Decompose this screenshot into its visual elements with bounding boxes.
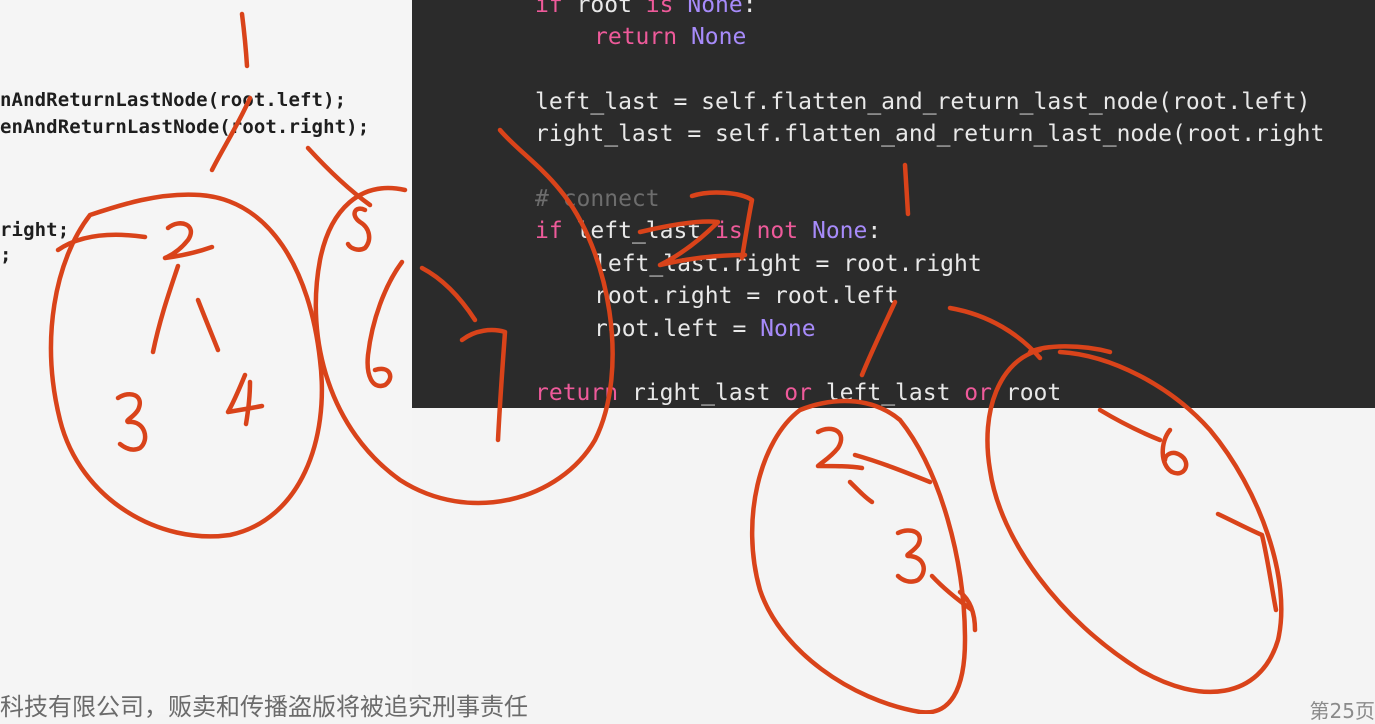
code-token: is not — [715, 218, 799, 244]
ink-stroke — [1160, 427, 1189, 476]
ink-stroke — [1097, 407, 1163, 443]
code-token: if — [535, 0, 563, 18]
code-token: or — [964, 380, 992, 406]
code-line: right_last = self.flatten_and_return_las… — [535, 121, 1324, 147]
ink-stroke — [895, 528, 926, 584]
code-token: None — [760, 316, 816, 342]
code-token: left_last.right = root.right — [594, 251, 982, 277]
page-number: 第25页 — [1309, 699, 1375, 723]
code-token: right_last = self.flatten_and_return_las… — [535, 121, 1325, 147]
code-line: root.right = root.left — [594, 283, 899, 309]
ink-stroke — [852, 452, 933, 485]
code-editor: if root is None: return None left_last =… — [412, 0, 1375, 408]
left-code-line: enAndReturnLastNode(root.right); — [0, 116, 370, 138]
code-token: return — [535, 380, 619, 406]
code-token: : — [867, 218, 882, 244]
code-token: : — [742, 0, 757, 18]
code-token: left_last — [811, 380, 965, 406]
code-token: return — [594, 24, 678, 50]
code-line: # connect — [535, 186, 660, 212]
code-line: if left_last is not None: — [535, 218, 881, 244]
code-line: return None — [594, 24, 746, 50]
code-line: root.left = None — [594, 316, 816, 342]
code-token: is — [645, 0, 674, 18]
copyright-footer: 科技有限公司，贩卖和传播盗版将被追究刑事责任 — [0, 693, 528, 721]
left-code-line: ; — [0, 244, 12, 266]
code-token: or — [784, 380, 812, 406]
code-line: left_last.right = root.right — [594, 251, 982, 277]
ink-stroke — [847, 479, 875, 505]
code-token: None — [811, 218, 868, 244]
code-token: # connect — [535, 186, 660, 212]
left-code-panel: nAndReturnLastNode(root.left); enAndRetu… — [0, 0, 412, 714]
ink-stroke — [749, 398, 968, 714]
code-line: return right_last or left_last or root — [535, 380, 1061, 406]
code-token: root — [992, 380, 1062, 406]
code-token: if — [535, 218, 563, 244]
left-code-line: nAndReturnLastNode(root.left); — [0, 89, 347, 111]
code-token: None — [690, 24, 747, 50]
ink-stroke — [815, 426, 865, 471]
code-token: root.left = — [594, 316, 761, 342]
code-token: root — [562, 0, 646, 18]
left-code-line: right; — [0, 219, 70, 241]
code-line: left_last = self.flatten_and_return_last… — [535, 89, 1310, 115]
code-line: if root is None: — [535, 0, 757, 18]
ink-stroke — [929, 573, 978, 633]
code-token: left_last = self.flatten_and_return_last… — [535, 89, 1311, 115]
code-token: None — [687, 0, 743, 18]
code-token: root.right = root.left — [594, 283, 899, 309]
code-token: left_last — [562, 218, 716, 244]
code-token: right_last — [618, 380, 785, 406]
ink-stroke — [1215, 511, 1279, 613]
